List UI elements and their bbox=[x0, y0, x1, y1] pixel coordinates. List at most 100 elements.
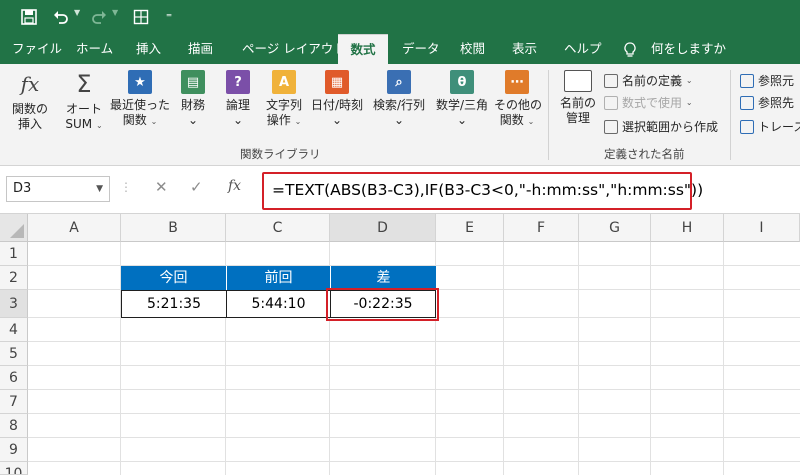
undo-dropdown-icon[interactable]: ▼ bbox=[74, 8, 80, 17]
cancel-icon[interactable]: ✕ bbox=[155, 178, 168, 196]
group-separator bbox=[548, 70, 549, 160]
sigma-icon: Σ bbox=[76, 70, 92, 98]
tab-formulas[interactable]: 数式 bbox=[338, 34, 388, 64]
chevron-down-icon: ⌄ bbox=[527, 117, 535, 126]
theta-icon: θ bbox=[450, 70, 474, 94]
cell-d2[interactable]: 差 bbox=[330, 266, 436, 290]
chevron-down-icon[interactable]: ▼ bbox=[96, 177, 103, 201]
save-icon[interactable] bbox=[18, 5, 40, 29]
column-header-e[interactable]: E bbox=[436, 214, 504, 242]
gridline bbox=[503, 242, 504, 475]
column-header-i[interactable]: I bbox=[724, 214, 800, 242]
autosum-button[interactable]: Σ オート SUM ⌄ bbox=[60, 70, 108, 133]
row-header-4[interactable]: 4 bbox=[0, 318, 28, 342]
title-bar: ▼ ▼ ⁼ bbox=[0, 0, 800, 34]
tab-help[interactable]: ヘルプ bbox=[564, 34, 602, 64]
tag-icon bbox=[604, 73, 618, 88]
select-all-corner[interactable] bbox=[0, 214, 28, 242]
star-icon: ★ bbox=[128, 70, 152, 94]
row-header-1[interactable]: 1 bbox=[0, 242, 28, 266]
logical-button[interactable]: ? 論理 ⌄ bbox=[220, 70, 256, 128]
use-in-formula-button: 数式で使用 ⌄ bbox=[604, 94, 693, 111]
tab-file[interactable]: ファイル bbox=[12, 34, 62, 64]
math-trig-button[interactable]: θ 数学/三角 ⌄ bbox=[432, 70, 492, 128]
row-header-5[interactable]: 5 bbox=[0, 342, 28, 366]
gridline bbox=[28, 437, 800, 438]
column-header-a[interactable]: A bbox=[28, 214, 121, 242]
row-header-2[interactable]: 2 bbox=[0, 266, 28, 290]
chevron-down-icon: ⌄ bbox=[685, 98, 693, 107]
row-header-10[interactable]: 10 bbox=[0, 462, 28, 475]
chevron-down-icon: ⌄ bbox=[150, 117, 158, 126]
customize-toolbar-icon[interactable]: ⁼ bbox=[160, 5, 178, 29]
date-time-button[interactable]: ▦ 日付/時刻 ⌄ bbox=[308, 70, 366, 128]
gridline bbox=[28, 413, 800, 414]
column-header-f[interactable]: F bbox=[504, 214, 579, 242]
cell-c3[interactable]: 5:44:10 bbox=[226, 290, 331, 318]
gridline bbox=[28, 389, 800, 390]
chevron-down-icon: ⌄ bbox=[95, 121, 103, 130]
formula-icon bbox=[604, 95, 618, 110]
enter-icon[interactable]: ✓ bbox=[190, 178, 203, 196]
text-a-icon: A bbox=[272, 70, 296, 94]
gridline bbox=[28, 365, 800, 366]
drag-handle-icon[interactable]: ⋮ bbox=[120, 180, 132, 194]
tab-data[interactable]: データ bbox=[402, 34, 440, 64]
lookup-reference-button[interactable]: ⌕ 検索/行列 ⌄ bbox=[370, 70, 428, 128]
column-header-g[interactable]: G bbox=[579, 214, 651, 242]
lightbulb-icon[interactable] bbox=[624, 34, 636, 64]
create-from-selection-button[interactable]: 選択範囲から作成 bbox=[604, 118, 718, 135]
trace-precedents-button[interactable]: 参照元 bbox=[740, 72, 794, 89]
row-header-6[interactable]: 6 bbox=[0, 366, 28, 390]
formula-input[interactable]: =TEXT(ABS(B3-C3),IF(B3-C3<0,"-h:mm:ss","… bbox=[262, 172, 703, 210]
chevron-down-icon: ⌄ bbox=[393, 113, 405, 127]
chevron-down-icon: ⌄ bbox=[187, 113, 199, 127]
trace-dependents-button[interactable]: 参照先 bbox=[740, 94, 794, 111]
tab-draw[interactable]: 描画 bbox=[188, 34, 213, 64]
row-header-3[interactable]: 3 bbox=[0, 290, 28, 318]
cell-b3[interactable]: 5:21:35 bbox=[121, 290, 227, 318]
row-header-7[interactable]: 7 bbox=[0, 390, 28, 414]
insert-function-icon[interactable]: fx bbox=[228, 178, 241, 194]
question-icon: ? bbox=[226, 70, 250, 94]
result-highlight bbox=[326, 288, 439, 321]
function-icon: fx bbox=[20, 72, 40, 96]
chevron-down-icon: ⌄ bbox=[294, 117, 302, 126]
function-library-group-label: 関数ライブラリ bbox=[240, 147, 321, 161]
gridline bbox=[28, 461, 800, 462]
cell-b2[interactable]: 今回 bbox=[121, 266, 226, 290]
tab-review[interactable]: 校閲 bbox=[460, 34, 485, 64]
grid-selection-icon bbox=[604, 119, 618, 134]
chevron-down-icon: ⌄ bbox=[685, 76, 693, 85]
more-icon: ⋯ bbox=[505, 70, 529, 94]
tell-me-search[interactable]: 何をしますか bbox=[651, 34, 726, 64]
cell-c2[interactable]: 前回 bbox=[226, 266, 330, 290]
tab-view[interactable]: 表示 bbox=[512, 34, 537, 64]
text-functions-button[interactable]: A 文字列 操作 ⌄ bbox=[262, 70, 306, 129]
more-functions-button[interactable]: ⋯ その他の 関数 ⌄ bbox=[494, 70, 542, 129]
lookup-icon: ⌕ bbox=[387, 70, 411, 94]
tab-page-layout[interactable]: ページ レイアウト bbox=[242, 34, 346, 64]
recently-used-button[interactable]: ★ 最近使った 関数 ⌄ bbox=[110, 70, 170, 129]
column-header-c[interactable]: C bbox=[226, 214, 330, 242]
column-header-d[interactable]: D bbox=[330, 214, 436, 242]
name-manager-button[interactable]: 名前の 管理 bbox=[556, 70, 600, 126]
chevron-down-icon: ⌄ bbox=[456, 113, 468, 127]
row-header-9[interactable]: 9 bbox=[0, 438, 28, 462]
define-name-button[interactable]: 名前の定義 ⌄ bbox=[604, 72, 693, 89]
trace-precedents-icon bbox=[740, 73, 754, 88]
tab-insert[interactable]: 挿入 bbox=[136, 34, 161, 64]
remove-arrows-button[interactable]: トレース bbox=[740, 118, 800, 135]
row-header-8[interactable]: 8 bbox=[0, 414, 28, 438]
table-grid-icon[interactable] bbox=[130, 5, 152, 29]
name-box[interactable]: D3 ▼ bbox=[6, 176, 110, 202]
undo-icon[interactable] bbox=[50, 5, 72, 29]
financial-button[interactable]: ▤ 財務 ⌄ bbox=[172, 70, 214, 128]
tab-home[interactable]: ホーム bbox=[76, 34, 113, 64]
column-header-b[interactable]: B bbox=[121, 214, 226, 242]
chevron-down-icon: ⌄ bbox=[232, 113, 244, 127]
trace-dependents-icon bbox=[740, 95, 754, 110]
insert-function-button[interactable]: fx 関数の 挿入 bbox=[8, 70, 52, 132]
column-header-h[interactable]: H bbox=[651, 214, 724, 242]
redo-dropdown-icon: ▼ bbox=[112, 8, 119, 17]
